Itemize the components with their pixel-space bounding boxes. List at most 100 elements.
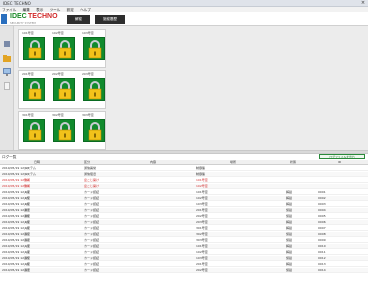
table-cell: 0011 xyxy=(318,250,326,254)
folder-icon[interactable] xyxy=(3,54,11,62)
lock-tile[interactable] xyxy=(83,37,105,60)
table-cell: 102号室 xyxy=(196,184,208,188)
table-row[interactable]: 2010/05/19 12:13 入室 カード認証 101号室 解錠 0010 xyxy=(0,244,368,249)
table-row[interactable]: 2010/05/19 12:08 退室 カード認証 202号室 施錠 0005 xyxy=(0,214,368,219)
lock-tile[interactable] xyxy=(23,78,45,101)
table-row[interactable]: 2010/05/19 12:14 入室 カード認証 102号室 解錠 0011 xyxy=(0,250,368,255)
table-cell: 101号室 xyxy=(196,178,208,182)
table-row[interactable]: 2010/05/19 12:15 退室 カード認証 103号室 施錠 0012 xyxy=(0,256,368,261)
lock-icon xyxy=(28,81,42,100)
lock-tile[interactable] xyxy=(83,78,105,101)
settings-icon[interactable] xyxy=(3,40,11,48)
column-header[interactable]: 日時 xyxy=(34,160,40,165)
table-cell: 0006 xyxy=(318,220,326,224)
table-cell: カード認証 xyxy=(84,226,100,230)
monitor-icon[interactable] xyxy=(3,68,11,76)
door-cell[interactable]: 301号室 xyxy=(19,112,45,150)
lock-tile[interactable] xyxy=(53,119,75,142)
brand-subtitle: SECURITY SYSTEM xyxy=(10,21,36,25)
table-row[interactable]: 2010/05/19 12:17 退室 カード認証 202号室 施錠 0014 xyxy=(0,268,368,273)
table-row[interactable]: 2010/05/19 12:04 入室 カード認証 101号室 解錠 0001 xyxy=(0,190,368,195)
title-bar: IDEC TECHNO × xyxy=(0,0,368,7)
table-cell: 102号室 xyxy=(196,196,208,200)
lock-history-button[interactable]: 施錠履歴 xyxy=(95,15,125,24)
door-panel: 101号室 102号室 103号室 201号室 202号室 203号室 301号… xyxy=(14,26,368,150)
table-cell: 制御盤 xyxy=(196,166,206,170)
lock-icon xyxy=(28,40,42,59)
table-row[interactable]: 2010/05/19 12:07 退室 カード認証 201号室 施錠 0004 xyxy=(0,208,368,213)
table-cell: 入室 xyxy=(24,196,31,200)
lock-tile[interactable] xyxy=(53,78,75,101)
table-row[interactable]: 2010/05/19 12:02 警報 扉こじ開け 101号室 xyxy=(0,178,368,183)
door-label: 303号室 xyxy=(82,113,94,117)
door-cell[interactable]: 201号室 xyxy=(19,71,45,109)
brand-left: IDEC xyxy=(10,13,27,20)
table-cell: 警報 xyxy=(24,184,31,188)
column-header[interactable]: 状態 xyxy=(290,160,296,165)
table-cell: 解錠 xyxy=(286,262,293,266)
table-row[interactable]: 2010/05/19 12:16 入室 カード認証 201号室 解錠 0013 xyxy=(0,262,368,267)
lock-icon xyxy=(58,81,72,100)
door-cell[interactable]: 101号室 xyxy=(19,30,45,68)
lock-icon xyxy=(28,122,42,141)
table-cell: 201号室 xyxy=(196,262,208,266)
door-label: 201号室 xyxy=(22,72,34,76)
lock-tile[interactable] xyxy=(23,119,45,142)
door-cell[interactable]: 103号室 xyxy=(79,30,105,68)
table-cell: 0007 xyxy=(318,226,326,230)
table-cell: カード認証 xyxy=(84,220,100,224)
door-label: 202号室 xyxy=(52,72,64,76)
table-cell: 101号室 xyxy=(196,244,208,248)
table-cell: 施錠 xyxy=(286,238,293,242)
door-cell[interactable]: 102号室 xyxy=(49,30,75,68)
table-row[interactable]: 2010/05/19 12:10 入室 カード認証 301号室 解錠 0007 xyxy=(0,226,368,231)
lock-tile[interactable] xyxy=(53,37,75,60)
log-grid: ログ一覧 ログファイルを出力 日時 区分 内容 場所 状態 ID 2010/05… xyxy=(0,154,368,284)
column-header[interactable]: 場所 xyxy=(230,160,236,165)
brand-logo: IDEC TECHNO SECURITY SYSTEM xyxy=(10,13,62,25)
table-cell: 103号室 xyxy=(196,256,208,260)
column-header[interactable]: 内容 xyxy=(150,160,156,165)
lock-icon xyxy=(58,122,72,141)
table-row[interactable]: 2010/05/19 12:05 入室 カード認証 102号室 解錠 0002 xyxy=(0,196,368,201)
close-icon[interactable]: × xyxy=(360,0,366,6)
table-cell: 0010 xyxy=(318,244,326,248)
table-cell: 入室 xyxy=(24,226,31,230)
table-row[interactable]: 2010/05/19 12:06 入室 カード認証 103号室 解錠 0003 xyxy=(0,202,368,207)
door-cell[interactable]: 202号室 xyxy=(49,71,75,109)
table-cell: 施錠 xyxy=(286,256,293,260)
table-row[interactable]: 2010/05/19 12:12 退室 カード認証 303号室 施錠 0009 xyxy=(0,238,368,243)
table-cell: 施錠 xyxy=(286,268,293,272)
table-cell: 0009 xyxy=(318,238,326,242)
app-logo-icon xyxy=(1,14,7,24)
table-cell: 解錠 xyxy=(286,202,293,206)
lock-tile[interactable] xyxy=(23,37,45,60)
table-cell: カード認証 xyxy=(84,232,100,236)
column-header[interactable]: 区分 xyxy=(84,160,90,165)
table-cell: 0003 xyxy=(318,202,326,206)
table-cell: 0008 xyxy=(318,232,326,236)
table-cell: 解錠 xyxy=(286,190,293,194)
table-cell: カード認証 xyxy=(84,238,100,242)
table-row[interactable]: 2010/05/19 12:03 警報 扉こじ開け 102号室 xyxy=(0,184,368,189)
unlock-button[interactable]: 解錠 xyxy=(67,15,90,24)
table-cell: 扉こじ開け xyxy=(84,184,100,188)
table-row[interactable]: 2010/05/19 12:09 入室 カード認証 203号室 解錠 0006 xyxy=(0,220,368,225)
table-cell: 入室 xyxy=(24,190,31,194)
document-icon[interactable] xyxy=(3,82,11,90)
door-cell[interactable]: 203号室 xyxy=(79,71,105,109)
table-header: 日時 区分 内容 場所 状態 ID xyxy=(0,160,368,165)
door-cell[interactable]: 302号室 xyxy=(49,112,75,150)
table-row[interactable]: 2010/05/19 12:11 退室 カード認証 302号室 施錠 0008 xyxy=(0,232,368,237)
table-row[interactable]: 2010/05/19 12:00 システム 通信異常 制御盤 xyxy=(0,166,368,171)
window-title: IDEC TECHNO xyxy=(3,1,31,6)
export-log-button[interactable]: ログファイルを出力 xyxy=(319,154,365,159)
lock-tile[interactable] xyxy=(83,119,105,142)
table-cell: 施錠 xyxy=(286,232,293,236)
table-cell: 入室 xyxy=(24,244,31,248)
door-cell[interactable]: 303号室 xyxy=(79,112,105,150)
table-cell: カード認証 xyxy=(84,268,100,272)
table-row[interactable]: 2010/05/19 12:01 システム 通信復旧 制御盤 xyxy=(0,172,368,177)
table-cell: 退室 xyxy=(24,214,31,218)
column-header[interactable]: ID xyxy=(338,160,341,165)
